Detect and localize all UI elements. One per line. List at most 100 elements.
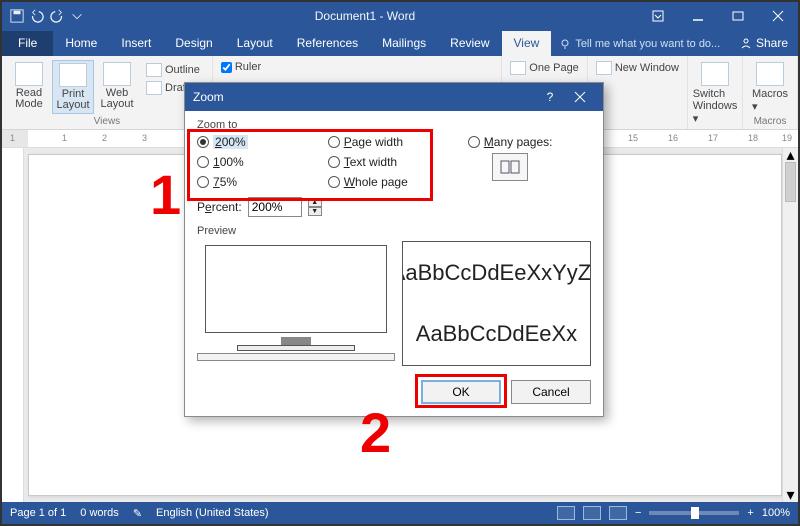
lightbulb-icon: [559, 38, 571, 50]
undo-icon[interactable]: [30, 9, 44, 23]
many-pages-picker[interactable]: [492, 153, 528, 181]
redo-icon[interactable]: [50, 9, 64, 23]
ruler-tick: 2: [102, 133, 107, 143]
macros-label: Macros▾: [752, 88, 788, 113]
tab-file[interactable]: File: [2, 31, 53, 56]
window-title: Document1 - Word: [92, 9, 638, 23]
annotation-number-2: 2: [360, 400, 391, 465]
zoom-dialog: Zoom ? Zoom to 200% 100% 75% Page width …: [184, 82, 604, 417]
tab-home[interactable]: Home: [53, 31, 109, 56]
macros-button[interactable]: Macros▾: [749, 60, 791, 115]
vertical-ruler[interactable]: [2, 148, 24, 502]
zoom-out-icon[interactable]: −: [635, 507, 641, 519]
one-page-button[interactable]: One Page: [508, 60, 581, 76]
ribbon-tabs: File Home Insert Design Layout Reference…: [2, 30, 798, 56]
minimize-button[interactable]: [678, 2, 718, 30]
ruler-tick: 18: [748, 133, 758, 143]
annotation-box-2: [415, 374, 507, 408]
status-page[interactable]: Page 1 of 1: [10, 507, 66, 519]
ruler-label: Ruler: [235, 61, 261, 73]
share-label: Share: [756, 36, 788, 50]
close-button[interactable]: [758, 2, 798, 30]
macros-group-label: Macros: [754, 116, 787, 127]
window-controls: [638, 2, 798, 30]
outline-icon: [146, 63, 162, 77]
sample-line-2: AaBbCcDdEeXx: [416, 321, 577, 347]
ribbon-options-icon[interactable]: [638, 2, 678, 30]
ruler-tick: 15: [628, 133, 638, 143]
tab-design[interactable]: Design: [163, 31, 224, 56]
group-switch-windows: Switch Windows ▾: [688, 56, 743, 129]
new-window-label: New Window: [615, 62, 679, 74]
new-window-button[interactable]: New Window: [594, 60, 681, 76]
dialog-titlebar[interactable]: Zoom ?: [185, 83, 603, 111]
cancel-button[interactable]: Cancel: [511, 380, 591, 404]
views-group-label: Views: [94, 116, 121, 127]
tell-me-box[interactable]: Tell me what you want to do...: [551, 33, 728, 56]
share-button[interactable]: Share: [730, 31, 798, 56]
qat-customize-icon[interactable]: [70, 9, 84, 23]
ruler-tick: 17: [708, 133, 718, 143]
one-page-label: One Page: [529, 62, 579, 74]
group-macros: Macros▾ Macros: [743, 56, 798, 129]
tell-me-label: Tell me what you want to do...: [575, 38, 720, 50]
tab-mailings[interactable]: Mailings: [370, 31, 438, 56]
read-mode-button[interactable]: Read Mode: [8, 60, 50, 114]
ruler-tick: 3: [142, 133, 147, 143]
save-icon[interactable]: [10, 9, 24, 23]
vertical-scrollbar[interactable]: ▴ ▾: [782, 148, 798, 502]
read-mode-view-icon[interactable]: [557, 506, 575, 520]
dialog-title: Zoom: [193, 90, 224, 104]
web-layout-label: Web Layout: [98, 88, 136, 110]
web-layout-view-icon[interactable]: [609, 506, 627, 520]
radio-many-pages[interactable]: Many pages:: [468, 135, 553, 149]
ruler-tick: 16: [668, 133, 678, 143]
maximize-button[interactable]: [718, 2, 758, 30]
one-page-icon: [510, 61, 526, 75]
ruler-tick: 1: [10, 133, 15, 143]
sample-line-1: AaBbCcDdEeXxYyZz: [402, 260, 591, 286]
scroll-down-icon[interactable]: ▾: [783, 488, 798, 502]
ruler-tick: 1: [62, 133, 67, 143]
tab-review[interactable]: Review: [438, 31, 501, 56]
print-layout-button[interactable]: Print Layout: [52, 60, 94, 114]
title-bar: Document1 - Word: [2, 2, 798, 30]
tab-layout[interactable]: Layout: [225, 31, 285, 56]
switch-windows-button[interactable]: Switch Windows ▾: [694, 60, 736, 127]
percent-label: Percent:: [197, 200, 242, 214]
dialog-help-button[interactable]: ?: [535, 83, 565, 111]
group-views: Read Mode Print Layout Web Layout Outlin…: [2, 56, 213, 129]
ruler-checkbox[interactable]: Ruler: [219, 60, 263, 74]
preview-sample: AaBbCcDdEeXxYyZz AaBbCcDdEeXx: [402, 241, 591, 366]
zoom-slider[interactable]: [649, 511, 739, 515]
outline-button[interactable]: Outline: [144, 62, 202, 78]
tab-insert[interactable]: Insert: [109, 31, 163, 56]
print-layout-label: Print Layout: [55, 89, 91, 111]
annotation-number-1: 1: [150, 162, 181, 227]
tab-view[interactable]: View: [502, 31, 552, 56]
preview-monitor: [197, 241, 394, 366]
scroll-up-icon[interactable]: ▴: [783, 148, 798, 162]
web-layout-button[interactable]: Web Layout: [96, 60, 138, 114]
ruler-tick: 19: [782, 133, 792, 143]
ruler-check[interactable]: [221, 62, 232, 73]
draft-icon: [146, 81, 162, 95]
print-layout-view-icon[interactable]: [583, 506, 601, 520]
status-words[interactable]: 0 words: [80, 507, 119, 519]
new-window-icon: [596, 61, 612, 75]
quick-access-toolbar: [2, 9, 92, 23]
dialog-close-button[interactable]: [565, 83, 595, 111]
zoom-level[interactable]: 100%: [762, 507, 790, 519]
preview-label: Preview: [197, 225, 591, 237]
zoom-in-icon[interactable]: +: [747, 507, 753, 519]
share-icon: [740, 37, 752, 49]
read-mode-label: Read Mode: [10, 88, 48, 110]
switch-windows-label: Switch Windows ▾: [693, 88, 738, 125]
status-language[interactable]: English (United States): [156, 507, 269, 519]
scroll-thumb[interactable]: [785, 162, 796, 202]
annotation-box-1: [187, 129, 433, 201]
status-bar: Page 1 of 1 0 words ✎ English (United St…: [2, 502, 798, 524]
status-spell-icon[interactable]: ✎: [133, 507, 142, 520]
tab-references[interactable]: References: [285, 31, 370, 56]
spin-down-icon[interactable]: ▼: [308, 207, 322, 216]
